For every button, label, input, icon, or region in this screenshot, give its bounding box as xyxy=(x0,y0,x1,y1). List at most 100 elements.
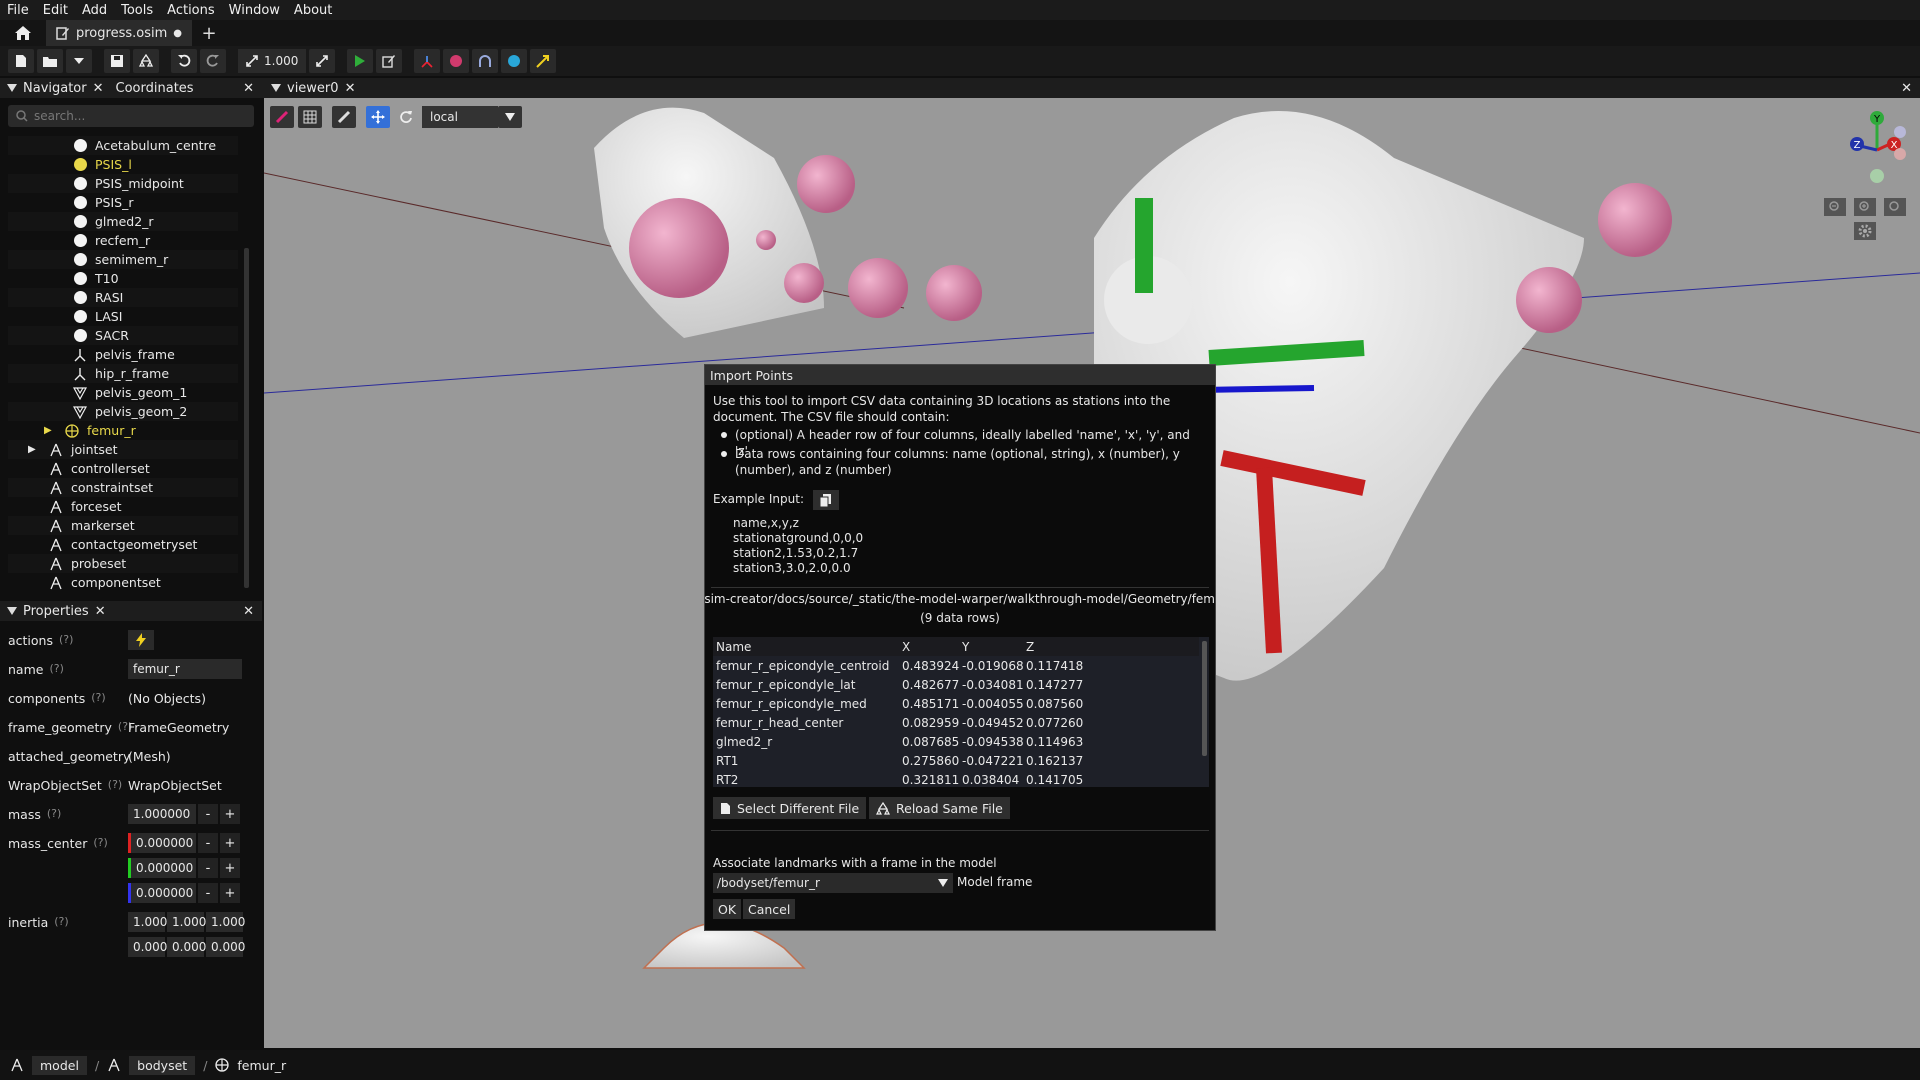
add-force-button[interactable] xyxy=(530,49,557,73)
tree-item[interactable]: ▶ jointset xyxy=(8,440,238,459)
tree-item[interactable]: componentset xyxy=(8,573,238,592)
table-scrollbar[interactable] xyxy=(1202,641,1207,756)
expand-arrow-icon[interactable]: ▶ xyxy=(28,444,48,455)
tree-item[interactable]: SACR xyxy=(8,326,238,345)
inertia-input[interactable]: 1.000 xyxy=(167,912,206,932)
close-icon[interactable]: ✕ xyxy=(345,81,356,96)
dialog-title[interactable]: Import Points xyxy=(705,365,1215,385)
tree-item[interactable]: PSIS_midpoint xyxy=(8,174,238,193)
menu-about[interactable]: About xyxy=(287,3,339,18)
frame-select[interactable]: /bodyset/femur_r xyxy=(713,873,953,893)
new-tab-button[interactable]: + xyxy=(192,23,226,44)
mass-center-y-input[interactable]: 0.000000 xyxy=(128,858,196,878)
tree-item-selected[interactable]: ▶ femur_r xyxy=(8,421,238,440)
increment-button[interactable]: + xyxy=(220,804,240,824)
close-panel-icon[interactable]: ✕ xyxy=(243,604,254,619)
menu-window[interactable]: Window xyxy=(222,3,287,18)
actions-button[interactable] xyxy=(128,630,154,650)
help-marker[interactable]: (?) xyxy=(54,915,68,930)
menu-add[interactable]: Add xyxy=(75,3,114,18)
translate-manipulator-button[interactable] xyxy=(366,106,390,128)
inertia-input[interactable]: 0.000 xyxy=(167,937,206,957)
breadcrumb-bodyset[interactable]: bodyset xyxy=(129,1055,196,1075)
close-icon[interactable]: ✕ xyxy=(93,81,104,96)
name-input[interactable]: femur_r xyxy=(128,659,242,679)
inertia-input[interactable]: 0.000 xyxy=(128,937,167,957)
frame-geometry-value[interactable]: FrameGeometry xyxy=(128,720,229,735)
scale-factor-control[interactable]: 1.000 xyxy=(238,49,307,73)
help-marker[interactable]: (?) xyxy=(49,662,63,677)
tree-item[interactable]: probeset xyxy=(8,554,238,573)
wrapobjectset-value[interactable]: WrapObjectSet xyxy=(128,778,222,793)
cancel-button[interactable]: Cancel xyxy=(743,899,796,919)
redo-button[interactable] xyxy=(200,49,226,73)
undo-button[interactable] xyxy=(171,49,197,73)
tree-item[interactable]: recfem_r xyxy=(8,231,238,250)
menu-edit[interactable]: Edit xyxy=(36,3,75,18)
inertia-input[interactable]: 1.000 xyxy=(128,912,167,932)
open-file-button[interactable] xyxy=(37,49,63,73)
tree-item[interactable]: glmed2_r xyxy=(8,212,238,231)
preview-table[interactable]: Name X Y Z femur_r_epicondyle_centroid 0.… xyxy=(713,637,1209,787)
measure-button[interactable] xyxy=(332,106,356,128)
home-tab[interactable] xyxy=(0,20,46,46)
help-marker[interactable]: (?) xyxy=(108,778,122,793)
simulate-button[interactable] xyxy=(347,49,374,73)
inertia-input[interactable]: 0.000 xyxy=(206,937,245,957)
help-marker[interactable]: (?) xyxy=(93,836,107,851)
mass-input[interactable]: 1.000000 xyxy=(128,804,196,824)
new-file-button[interactable] xyxy=(8,49,34,73)
copy-example-button[interactable] xyxy=(813,490,839,510)
manipulator-frame-select[interactable]: local xyxy=(422,106,498,128)
tab-progress-osim[interactable]: progress.osim ● xyxy=(46,20,192,46)
tree-item[interactable]: forceset xyxy=(8,497,238,516)
tree-item[interactable]: semimem_r xyxy=(8,250,238,269)
help-marker[interactable]: (?) xyxy=(59,633,73,648)
zoom-out-button[interactable] xyxy=(1824,198,1846,216)
tree-item[interactable]: markerset xyxy=(8,516,238,535)
tree-item[interactable]: controllerset xyxy=(8,459,238,478)
attached-geometry-value[interactable]: (Mesh) xyxy=(128,749,171,764)
close-panel-icon[interactable]: ✕ xyxy=(1901,81,1912,96)
tree-item[interactable]: RASI xyxy=(8,288,238,307)
select-different-file-button[interactable]: Select Different File xyxy=(713,797,867,819)
navigator-search-input[interactable]: search... xyxy=(8,105,254,127)
help-marker[interactable]: (?) xyxy=(91,691,105,706)
edit-sim-settings-button[interactable] xyxy=(376,49,403,73)
tab-coordinates[interactable]: Coordinates xyxy=(110,81,200,96)
viewer-settings-button[interactable] xyxy=(1854,222,1876,240)
decrement-button[interactable]: - xyxy=(198,804,218,824)
collapse-triangle-icon[interactable] xyxy=(7,607,17,615)
frame-select-dropdown[interactable] xyxy=(498,106,522,128)
tree-item[interactable]: contactgeometryset xyxy=(8,535,238,554)
navigator-scrollbar[interactable] xyxy=(244,248,249,588)
open-recent-dropdown[interactable] xyxy=(66,49,92,73)
collapse-triangle-icon[interactable] xyxy=(271,84,281,92)
add-frame-button[interactable] xyxy=(414,49,441,73)
expand-arrow-icon[interactable]: ▶ xyxy=(44,425,64,436)
save-button[interactable] xyxy=(104,49,130,73)
help-marker[interactable]: (?) xyxy=(47,807,61,822)
tree-item[interactable]: T10 xyxy=(8,269,238,288)
tab-navigator[interactable]: Navigator ✕ xyxy=(17,81,110,96)
add-marker-button[interactable] xyxy=(443,49,470,73)
close-panel-icon[interactable]: ✕ xyxy=(243,81,254,96)
zoom-in-button[interactable] xyxy=(1854,198,1876,216)
zoom-fit-button[interactable] xyxy=(1884,198,1906,216)
grid-toggle-button[interactable] xyxy=(298,106,322,128)
mass-center-z-input[interactable]: 0.000000 xyxy=(128,883,196,903)
tree-item[interactable]: pelvis_frame xyxy=(8,345,238,364)
tree-item[interactable]: pelvis_geom_1 xyxy=(8,383,238,402)
decrement-button[interactable]: - xyxy=(198,858,218,878)
menu-actions[interactable]: Actions xyxy=(160,3,222,18)
tree-item[interactable]: LASI xyxy=(8,307,238,326)
increment-button[interactable]: + xyxy=(220,833,240,853)
tree-item[interactable]: pelvis_geom_2 xyxy=(8,402,238,421)
mass-center-x-input[interactable]: 0.000000 xyxy=(128,833,196,853)
tab-properties[interactable]: Properties ✕ xyxy=(17,604,112,619)
add-wrap-button[interactable] xyxy=(472,49,499,73)
menu-tools[interactable]: Tools xyxy=(114,3,160,18)
collapse-triangle-icon[interactable] xyxy=(7,84,17,92)
reload-same-file-button[interactable]: Reload Same File xyxy=(869,797,1010,819)
tree-item[interactable]: PSIS_r xyxy=(8,193,238,212)
